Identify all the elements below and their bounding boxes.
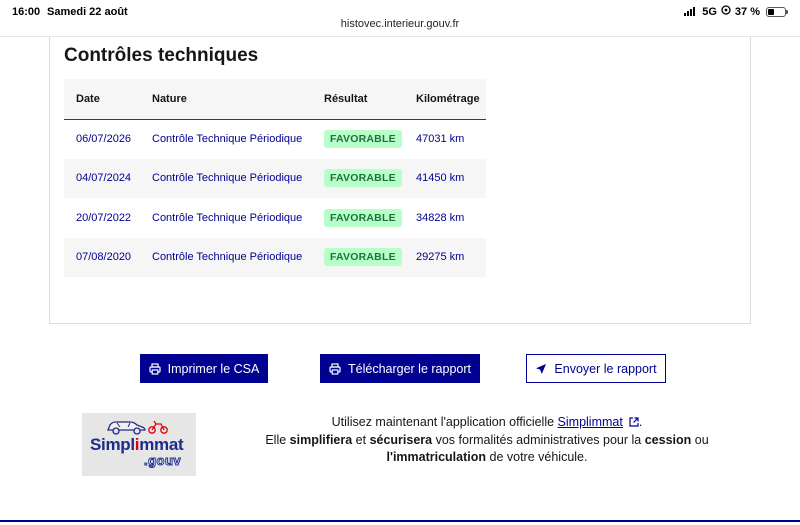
column-header-mileage: Kilométrage bbox=[404, 79, 486, 120]
send-arrow-icon bbox=[535, 363, 547, 375]
status-badge: FAVORABLE bbox=[324, 248, 402, 267]
download-report-button[interactable]: Télécharger le rapport bbox=[320, 354, 480, 383]
row-result: FAVORABLE bbox=[312, 198, 404, 238]
table-row: 20/07/2022 Contrôle Technique Périodique… bbox=[64, 198, 486, 238]
row-date: 04/07/2024 bbox=[64, 158, 140, 198]
simplimmat-promo-text: Utilisez maintenant l'application offici… bbox=[230, 414, 744, 466]
promo-line-2: Elle simplifiera et sécurisera vos forma… bbox=[265, 433, 709, 447]
column-header-nature: Nature bbox=[140, 79, 312, 120]
location-icon bbox=[721, 5, 731, 18]
print-csa-label: Imprimer le CSA bbox=[167, 361, 260, 376]
network-label: 5G bbox=[702, 5, 717, 18]
printer-icon bbox=[149, 362, 161, 375]
row-mileage: 41450 km bbox=[404, 158, 486, 198]
status-badge: FAVORABLE bbox=[324, 169, 402, 188]
url-bar[interactable]: histovec.interieur.gouv.fr bbox=[0, 18, 800, 30]
row-nature: Contrôle Technique Périodique bbox=[152, 211, 303, 224]
send-report-label: Envoyer le rapport bbox=[554, 361, 657, 376]
promo-line-3: l'immatriculation de votre véhicule. bbox=[386, 450, 588, 464]
simplimmat-link[interactable]: Simplimmat bbox=[558, 415, 623, 429]
table-row: 06/07/2026 Contrôle Technique Périodique… bbox=[64, 119, 486, 159]
table-row: 04/07/2024 Contrôle Technique Périodique… bbox=[64, 158, 486, 198]
send-report-button[interactable]: Envoyer le rapport bbox=[526, 354, 666, 383]
section-title: Contrôles techniques bbox=[64, 45, 259, 66]
row-result: FAVORABLE bbox=[312, 158, 404, 198]
status-date: Samedi 22 août bbox=[47, 6, 128, 18]
status-badge: FAVORABLE bbox=[324, 130, 402, 148]
simplimmat-logo[interactable]: Simplimmat .gouv bbox=[82, 413, 196, 476]
inspections-table: Date Nature Résultat Kilométrage 06/07/2… bbox=[64, 79, 486, 277]
signal-icon bbox=[684, 7, 696, 16]
row-nature: Contrôle Technique Périodique bbox=[140, 158, 312, 198]
row-result: FAVORABLE bbox=[312, 237, 404, 277]
row-nature: Contrôle Technique Périodique bbox=[152, 133, 303, 145]
status-time: 16:00 bbox=[12, 6, 41, 18]
promo-line-1: Utilisez maintenant l'application offici… bbox=[230, 414, 744, 432]
download-report-label: Télécharger le rapport bbox=[348, 361, 471, 376]
row-mileage: 29275 km bbox=[404, 237, 486, 277]
external-link-icon bbox=[629, 415, 639, 432]
row-date: 07/08/2020 bbox=[64, 237, 140, 277]
status-badge: FAVORABLE bbox=[324, 208, 402, 227]
row-mileage: 47031 km bbox=[416, 133, 465, 145]
row-date: 06/07/2026 bbox=[76, 133, 132, 145]
printer-icon bbox=[329, 362, 341, 375]
row-mileage: 34828 km bbox=[416, 211, 465, 224]
footer-border bbox=[0, 520, 800, 522]
technical-inspections-card: Contrôles techniques Date Nature Résulta… bbox=[49, 37, 751, 324]
logo-wordmark: Simplimmat bbox=[90, 435, 184, 454]
column-header-result: Résultat bbox=[312, 79, 404, 120]
battery-percent: 37 % bbox=[734, 5, 760, 18]
row-date: 20/07/2022 bbox=[76, 211, 132, 224]
table-header-row: Date Nature Résultat Kilométrage bbox=[64, 79, 486, 120]
column-header-date: Date bbox=[64, 79, 140, 120]
row-result: FAVORABLE bbox=[312, 119, 404, 159]
print-csa-button[interactable]: Imprimer le CSA bbox=[140, 354, 268, 383]
table-row: 07/08/2020 Contrôle Technique Périodique… bbox=[64, 237, 486, 277]
status-indicators: 5G 37 % bbox=[684, 5, 788, 18]
logo-suffix: .gouv bbox=[143, 453, 182, 469]
row-nature: Contrôle Technique Périodique bbox=[140, 237, 312, 277]
battery-icon bbox=[766, 6, 788, 17]
